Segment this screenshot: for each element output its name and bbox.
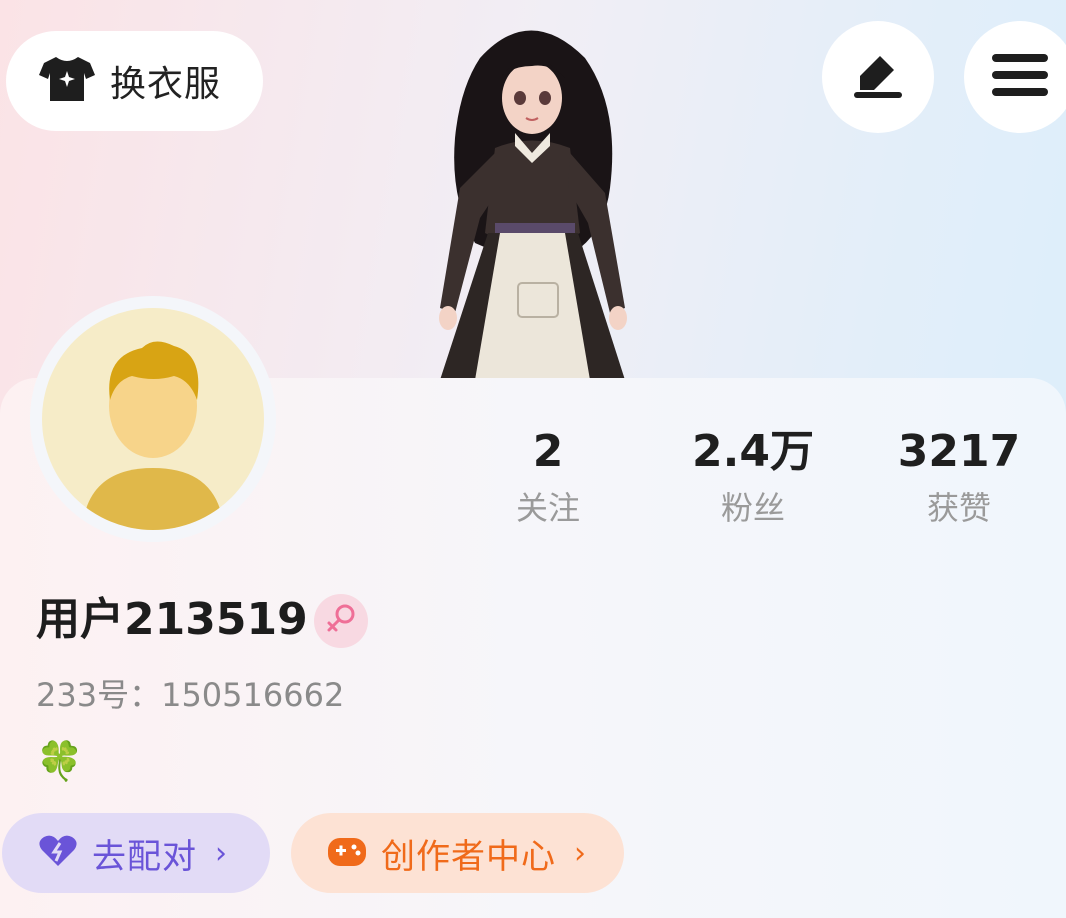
gamepad-icon [327, 834, 367, 872]
pen-edit-icon [850, 50, 906, 104]
stat-value: 2.4万 [692, 426, 814, 477]
stat-label: 粉丝 [720, 489, 785, 527]
female-symbol-icon [323, 601, 359, 641]
gender-badge [314, 594, 368, 648]
stat-value: 3217 [897, 426, 1021, 477]
menu-button[interactable] [964, 21, 1066, 133]
creator-center-label: 创作者中心 [381, 836, 556, 877]
clover-icon: 🍀 [36, 739, 84, 783]
go-match-label: 去配对 [92, 836, 197, 877]
avatar[interactable] [42, 308, 264, 530]
chevron-right-icon: › [574, 835, 586, 871]
stat-value: 2 [532, 426, 564, 477]
stat-following[interactable]: 2 关注 [458, 426, 638, 528]
chevron-right-icon: › [215, 835, 227, 871]
username: 用户213519 [36, 594, 308, 645]
stat-label: 获赞 [926, 489, 991, 527]
character-avatar-3d[interactable] [400, 18, 660, 380]
go-match-button[interactable]: 去配对 › [2, 813, 270, 893]
tshirt-icon [38, 55, 96, 107]
stat-label: 关注 [515, 489, 580, 527]
stat-likes[interactable]: 3217 获赞 [869, 426, 1049, 528]
change-outfit-button[interactable]: 换衣服 [6, 31, 263, 131]
change-outfit-label: 换衣服 [110, 64, 222, 105]
stat-followers[interactable]: 2.4万 粉丝 [663, 426, 843, 528]
user-id: 233号：150516662 [36, 676, 345, 714]
heart-icon [38, 834, 78, 872]
edit-profile-button[interactable] [822, 21, 934, 133]
hamburger-menu-icon [992, 52, 1048, 102]
creator-center-button[interactable]: 创作者中心 › [291, 813, 624, 893]
